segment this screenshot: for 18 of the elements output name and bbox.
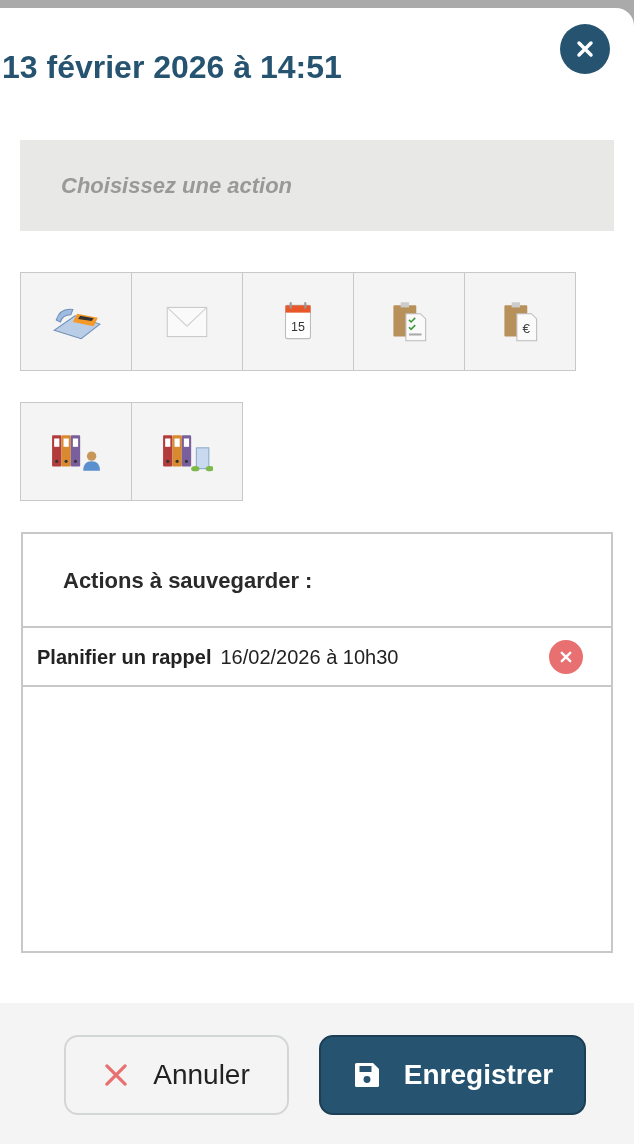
action-tile[interactable]: € (464, 272, 576, 371)
action-tile[interactable] (131, 272, 243, 371)
action-tile[interactable] (131, 402, 243, 501)
panel-heading: Actions à sauvegarder : (63, 566, 313, 595)
remove-icon (559, 649, 573, 664)
action-date: 16/02/2026 à 10h30 (220, 644, 399, 670)
close-icon (575, 39, 595, 59)
action-label: Planifier un rappel (37, 644, 212, 670)
cancel-button[interactable]: Annuler (64, 1035, 289, 1115)
action-tile[interactable] (20, 402, 132, 501)
close-icon (103, 1062, 130, 1088)
close-button[interactable] (560, 24, 610, 74)
save-button[interactable]: Enregistrer (319, 1035, 586, 1115)
action-tile[interactable] (353, 272, 465, 371)
remove-button[interactable] (549, 639, 583, 674)
action-tile[interactable]: 15 (242, 272, 354, 371)
action-tile[interactable] (20, 272, 132, 371)
dialog-title: 13 février 2026 à 14:51 (2, 51, 342, 83)
